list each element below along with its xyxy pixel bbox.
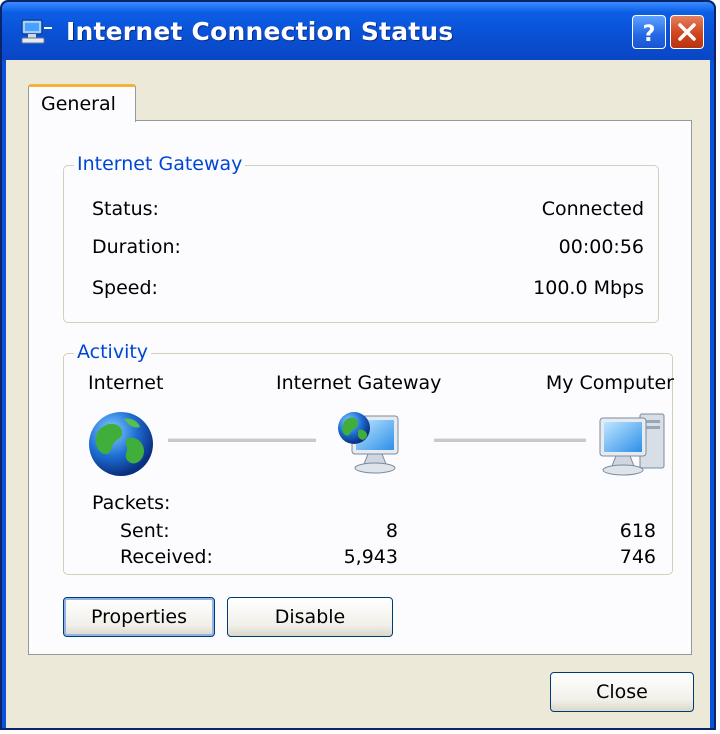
status-value: Connected bbox=[541, 198, 644, 220]
close-icon bbox=[678, 23, 696, 41]
activity-legend: Activity bbox=[74, 341, 152, 363]
speed-value: 100.0 Mbps bbox=[533, 277, 644, 299]
close-window-button[interactable] bbox=[670, 15, 704, 49]
status-label: Status: bbox=[92, 198, 159, 220]
computer-received-value: 746 bbox=[619, 546, 656, 568]
network-connection-icon bbox=[21, 19, 52, 44]
properties-button[interactable]: Properties bbox=[63, 597, 215, 637]
computer-icon bbox=[599, 413, 665, 476]
sent-label: Sent: bbox=[120, 520, 170, 542]
dialog-window: Internet Connection Status ? General Int… bbox=[0, 0, 716, 730]
help-button[interactable]: ? bbox=[632, 15, 666, 49]
window-title: Internet Connection Status bbox=[66, 17, 454, 46]
computer-node-label: My Computer bbox=[545, 372, 674, 394]
speed-label: Speed: bbox=[92, 277, 158, 299]
gateway-received-value: 5,943 bbox=[343, 546, 398, 568]
connection-line-right bbox=[434, 438, 586, 442]
gateway-sent-value: 8 bbox=[385, 520, 398, 542]
close-button[interactable]: Close bbox=[550, 672, 694, 712]
internet-node-label: Internet bbox=[88, 372, 164, 394]
title-bar[interactable]: Internet Connection Status ? bbox=[2, 2, 714, 60]
gateway-computer-icon bbox=[338, 412, 399, 474]
duration-label: Duration: bbox=[92, 236, 181, 258]
connection-line-left bbox=[168, 438, 316, 442]
internet-gateway-legend: Internet Gateway bbox=[74, 153, 246, 175]
internet-gateway-group: Internet Gateway Status: Connected Durat… bbox=[63, 153, 659, 323]
packets-label: Packets: bbox=[92, 492, 171, 514]
dialog-client-area: General Internet Gateway Status: Connect… bbox=[6, 60, 710, 728]
computer-sent-value: 618 bbox=[619, 520, 656, 542]
activity-group: Activity Internet Internet Gateway My Co… bbox=[63, 341, 674, 575]
general-tab-panel: Internet Gateway Status: Connected Durat… bbox=[28, 120, 692, 655]
question-icon: ? bbox=[643, 22, 656, 47]
globe-icon bbox=[89, 412, 153, 476]
gateway-node-label: Internet Gateway bbox=[276, 372, 442, 394]
svg-text:?: ? bbox=[643, 22, 656, 47]
received-label: Received: bbox=[120, 546, 213, 568]
duration-value: 00:00:56 bbox=[558, 236, 644, 258]
tab-general-label: General bbox=[41, 93, 116, 115]
tab-general[interactable]: General bbox=[28, 84, 136, 122]
disable-button[interactable]: Disable bbox=[227, 597, 393, 637]
